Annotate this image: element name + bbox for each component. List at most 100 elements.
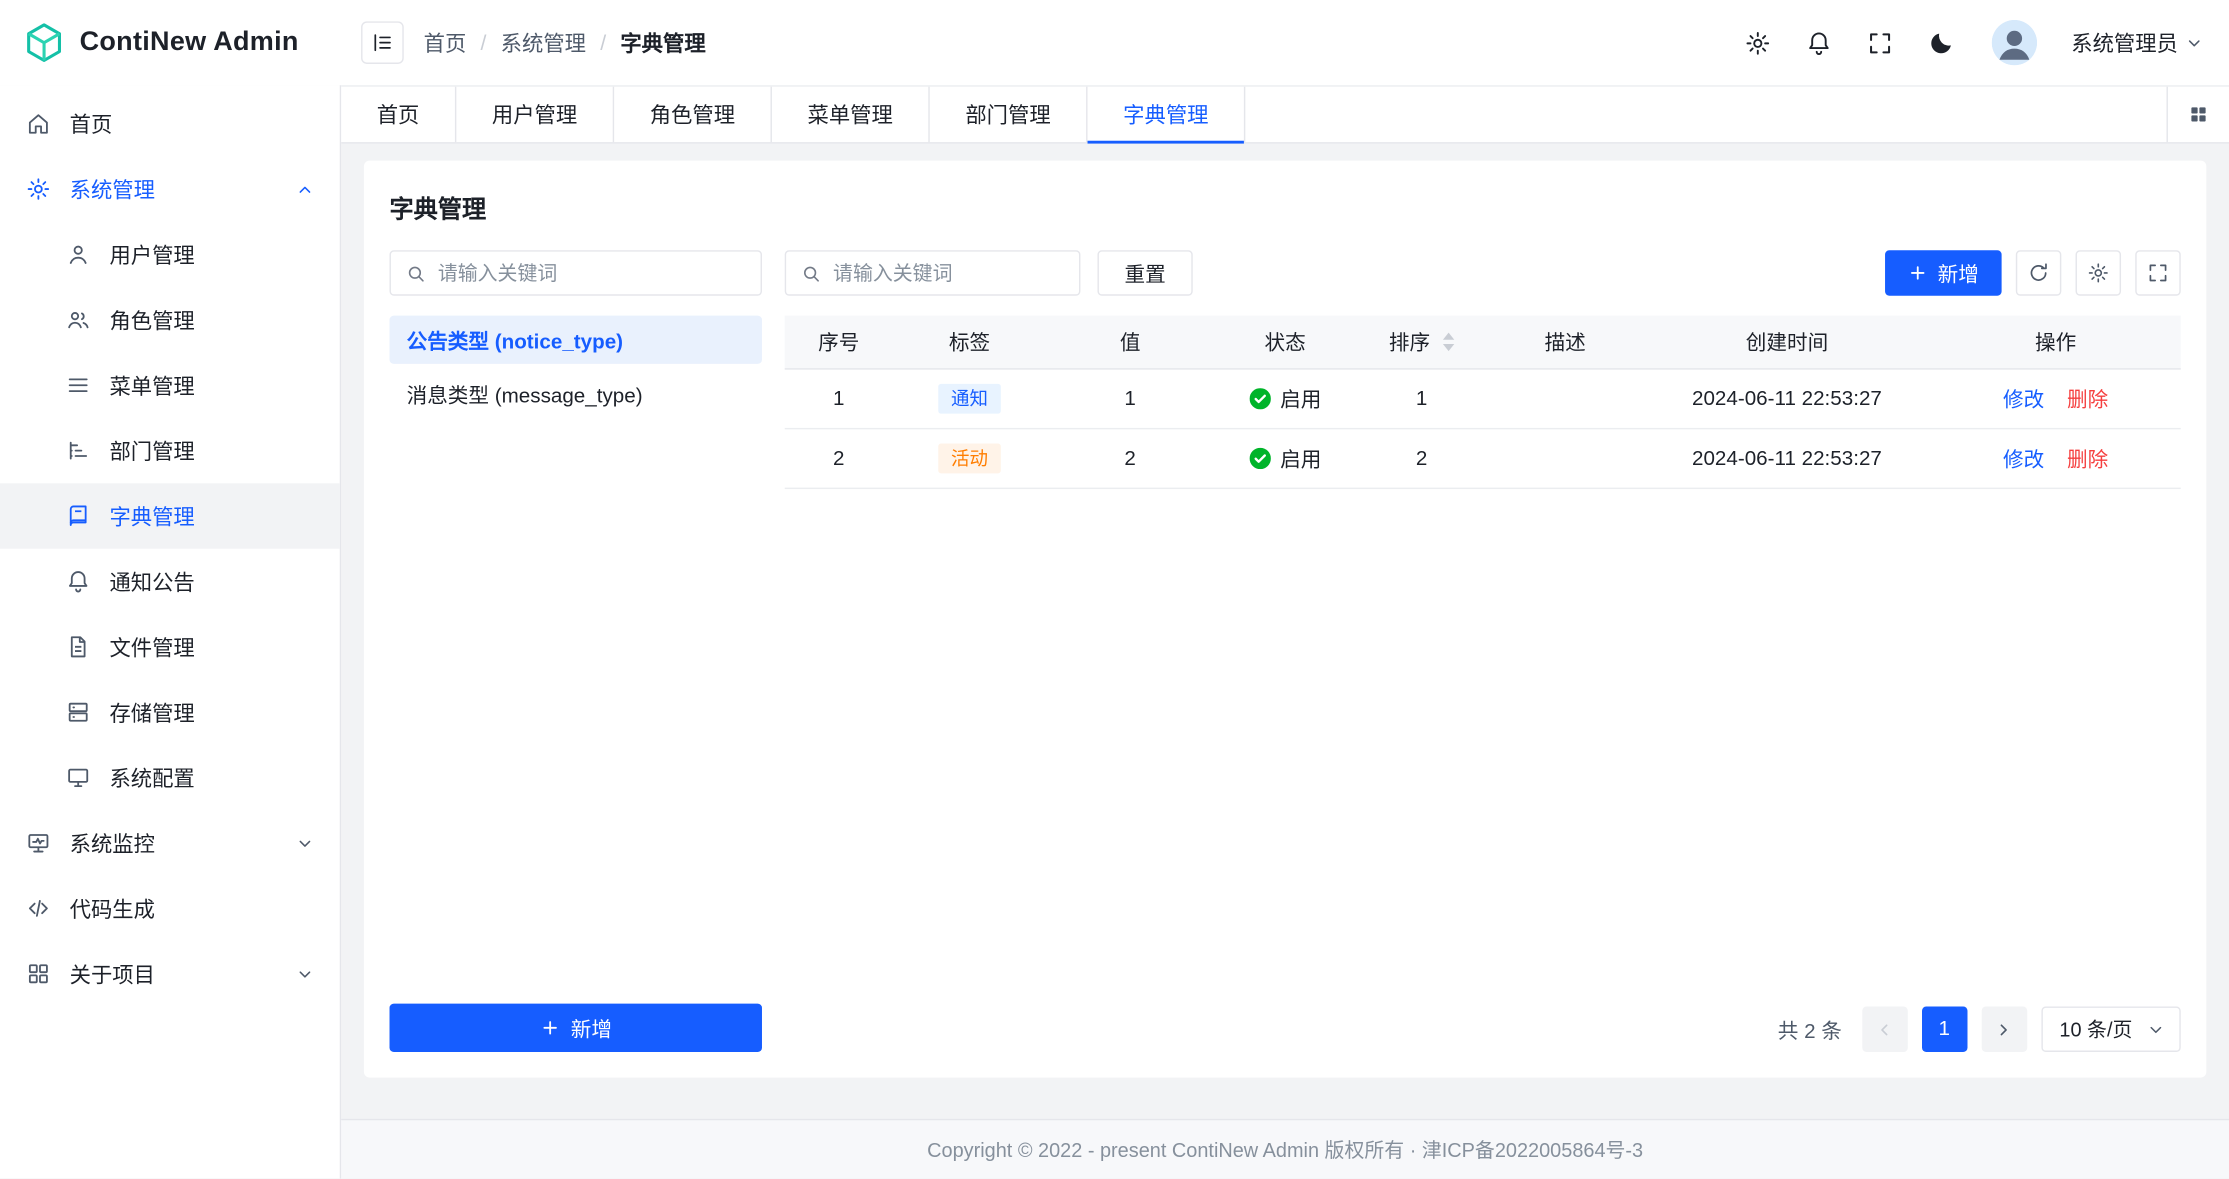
copyright-footer: Copyright © 2022 - present ContiNew Admi…	[341, 1119, 2229, 1179]
sidebar-item-label: 首页	[70, 109, 113, 139]
sidebar-item-storage-management[interactable]: 存储管理	[0, 680, 340, 745]
sidebar-item-menu-management[interactable]: 菜单管理	[0, 353, 340, 418]
monitor-chart-icon	[26, 830, 52, 856]
col-sort[interactable]: 排序	[1356, 327, 1487, 357]
dict-item-search-input[interactable]	[833, 262, 1065, 285]
sidebar-item-label: 角色管理	[109, 305, 194, 335]
reset-button[interactable]: 重置	[1097, 250, 1192, 295]
tab-home[interactable]: 首页	[341, 87, 456, 142]
sidebar-item-label: 菜单管理	[109, 370, 194, 400]
sidebar-item-code-generation[interactable]: 代码生成	[0, 876, 340, 941]
dictionary-book-icon	[65, 503, 91, 529]
breadcrumb-separator: /	[481, 31, 487, 55]
sidebar: 首页 系统管理 用户管理 角色管理 菜单管理 部门管理	[0, 85, 341, 1178]
user-menu[interactable]: 系统管理员	[2071, 28, 2203, 58]
cell-created: 2024-06-11 22:53:27	[1643, 387, 1930, 410]
menu-lines-icon	[65, 372, 91, 398]
refresh-button[interactable]	[2016, 250, 2061, 295]
logo-icon	[23, 21, 66, 64]
sidebar-item-notice[interactable]: 通知公告	[0, 549, 340, 614]
sidebar-item-label: 通知公告	[109, 567, 194, 597]
edit-link[interactable]: 修改	[2003, 384, 2044, 414]
sidebar-item-role-management[interactable]: 角色管理	[0, 287, 340, 352]
breadcrumb: 首页 / 系统管理 / 字典管理	[424, 28, 706, 58]
fullscreen-icon[interactable]	[1867, 29, 1894, 56]
tabs-menu-icon[interactable]	[2167, 87, 2229, 142]
tab-role-management[interactable]: 角色管理	[614, 87, 772, 142]
tab-dict-management[interactable]: 字典管理	[1088, 87, 1246, 142]
sidebar-item-about[interactable]: 关于项目	[0, 941, 340, 1006]
top-bar-main: 首页 / 系统管理 / 字典管理	[341, 0, 2229, 85]
monitor-icon	[65, 765, 91, 791]
search-icon	[405, 262, 426, 283]
home-icon	[26, 111, 52, 137]
sidebar-item-file-management[interactable]: 文件管理	[0, 614, 340, 679]
sidebar-item-dict-management[interactable]: 字典管理	[0, 483, 340, 548]
edit-link[interactable]: 修改	[2003, 444, 2044, 474]
sidebar-item-label: 代码生成	[70, 893, 155, 923]
cell-sort: 1	[1356, 387, 1487, 410]
dark-mode-moon-icon[interactable]	[1928, 29, 1955, 56]
table-header-row: 序号 标签 值 状态 排序 描述 创建时间	[785, 316, 2181, 370]
delete-link[interactable]: 删除	[2067, 384, 2108, 414]
open-tabs-bar: 首页 用户管理 角色管理 菜单管理 部门管理 字典管理	[341, 85, 2229, 143]
sidebar-item-system-config[interactable]: 系统配置	[0, 745, 340, 810]
sidebar-item-label: 字典管理	[109, 501, 194, 531]
sidebar-item-user-management[interactable]: 用户管理	[0, 222, 340, 287]
sidebar-item-home[interactable]: 首页	[0, 91, 340, 156]
user-avatar[interactable]	[1992, 20, 2037, 65]
sidebar-item-system-management[interactable]: 系统管理	[0, 156, 340, 221]
cell-value: 1	[1046, 387, 1214, 410]
cell-created: 2024-06-11 22:53:27	[1643, 447, 1930, 470]
copyright-text: Copyright © 2022 - present ContiNew Admi…	[927, 1135, 1643, 1163]
status-badge: 启用	[1249, 444, 1322, 474]
dict-type-item-notice[interactable]: 公告类型 (notice_type)	[390, 316, 762, 364]
table-fullscreen-button[interactable]	[2135, 250, 2180, 295]
add-dict-item-button[interactable]: 新增	[1885, 250, 2002, 295]
breadcrumb-current: 字典管理	[620, 28, 705, 58]
sidebar-item-label: 部门管理	[109, 436, 194, 466]
breadcrumb-system[interactable]: 系统管理	[501, 28, 586, 58]
tab-dept-management[interactable]: 部门管理	[930, 87, 1088, 142]
prev-page-button[interactable]	[1862, 1006, 1907, 1051]
page-size-select[interactable]: 10 条/页	[2041, 1006, 2181, 1051]
page-number-button[interactable]: 1	[1921, 1006, 1966, 1051]
sidebar-item-system-monitor[interactable]: 系统监控	[0, 810, 340, 875]
cell-value: 2	[1046, 447, 1214, 470]
bell-icon	[65, 569, 91, 595]
delete-link[interactable]: 删除	[2067, 444, 2108, 474]
tab-user-management[interactable]: 用户管理	[456, 87, 614, 142]
cell-no: 2	[785, 447, 893, 470]
sidebar-item-label: 文件管理	[109, 632, 194, 662]
dict-type-search-input[interactable]	[438, 262, 746, 285]
username: 系统管理员	[2071, 28, 2178, 58]
content-area: 首页 用户管理 角色管理 菜单管理 部门管理 字典管理 字典管理	[341, 85, 2229, 1178]
app-root: ContiNew Admin 首页 / 系统管理 / 字典管理	[0, 0, 2229, 1179]
cell-no: 1	[785, 387, 893, 410]
dict-item-panel: 重置 新增	[785, 250, 2181, 1052]
sidebar-item-label: 用户管理	[109, 240, 194, 270]
column-settings-button[interactable]	[2076, 250, 2121, 295]
sort-icon[interactable]	[1443, 333, 1454, 351]
notification-bell-icon[interactable]	[1805, 29, 1832, 56]
dict-type-panel: 公告类型 (notice_type) 消息类型 (message_type) 新…	[390, 250, 762, 1052]
col-no: 序号	[785, 327, 893, 357]
chevron-down-icon	[296, 834, 314, 852]
tree-icon	[65, 438, 91, 464]
dict-type-item-message[interactable]: 消息类型 (message_type)	[390, 370, 762, 418]
next-page-button[interactable]	[1981, 1006, 2026, 1051]
gear-icon	[26, 176, 52, 202]
tab-menu-management[interactable]: 菜单管理	[772, 87, 930, 142]
col-actions: 操作	[1931, 327, 2181, 357]
table-row: 1 通知 1 启用 1 2024-06-11 22:53:2	[785, 370, 2181, 430]
workspace: 字典管理 公告类型 (notice_type)	[341, 144, 2229, 1119]
check-circle-icon	[1249, 388, 1270, 409]
sidebar-item-label: 存储管理	[109, 697, 194, 727]
sidebar-collapse-button[interactable]	[361, 21, 404, 64]
app-logo[interactable]: ContiNew Admin	[0, 0, 341, 85]
sidebar-item-dept-management[interactable]: 部门管理	[0, 418, 340, 483]
settings-icon[interactable]	[1744, 29, 1771, 56]
col-tag: 标签	[893, 327, 1047, 357]
breadcrumb-home[interactable]: 首页	[424, 28, 467, 58]
add-dict-type-button[interactable]: 新增	[390, 1004, 762, 1052]
